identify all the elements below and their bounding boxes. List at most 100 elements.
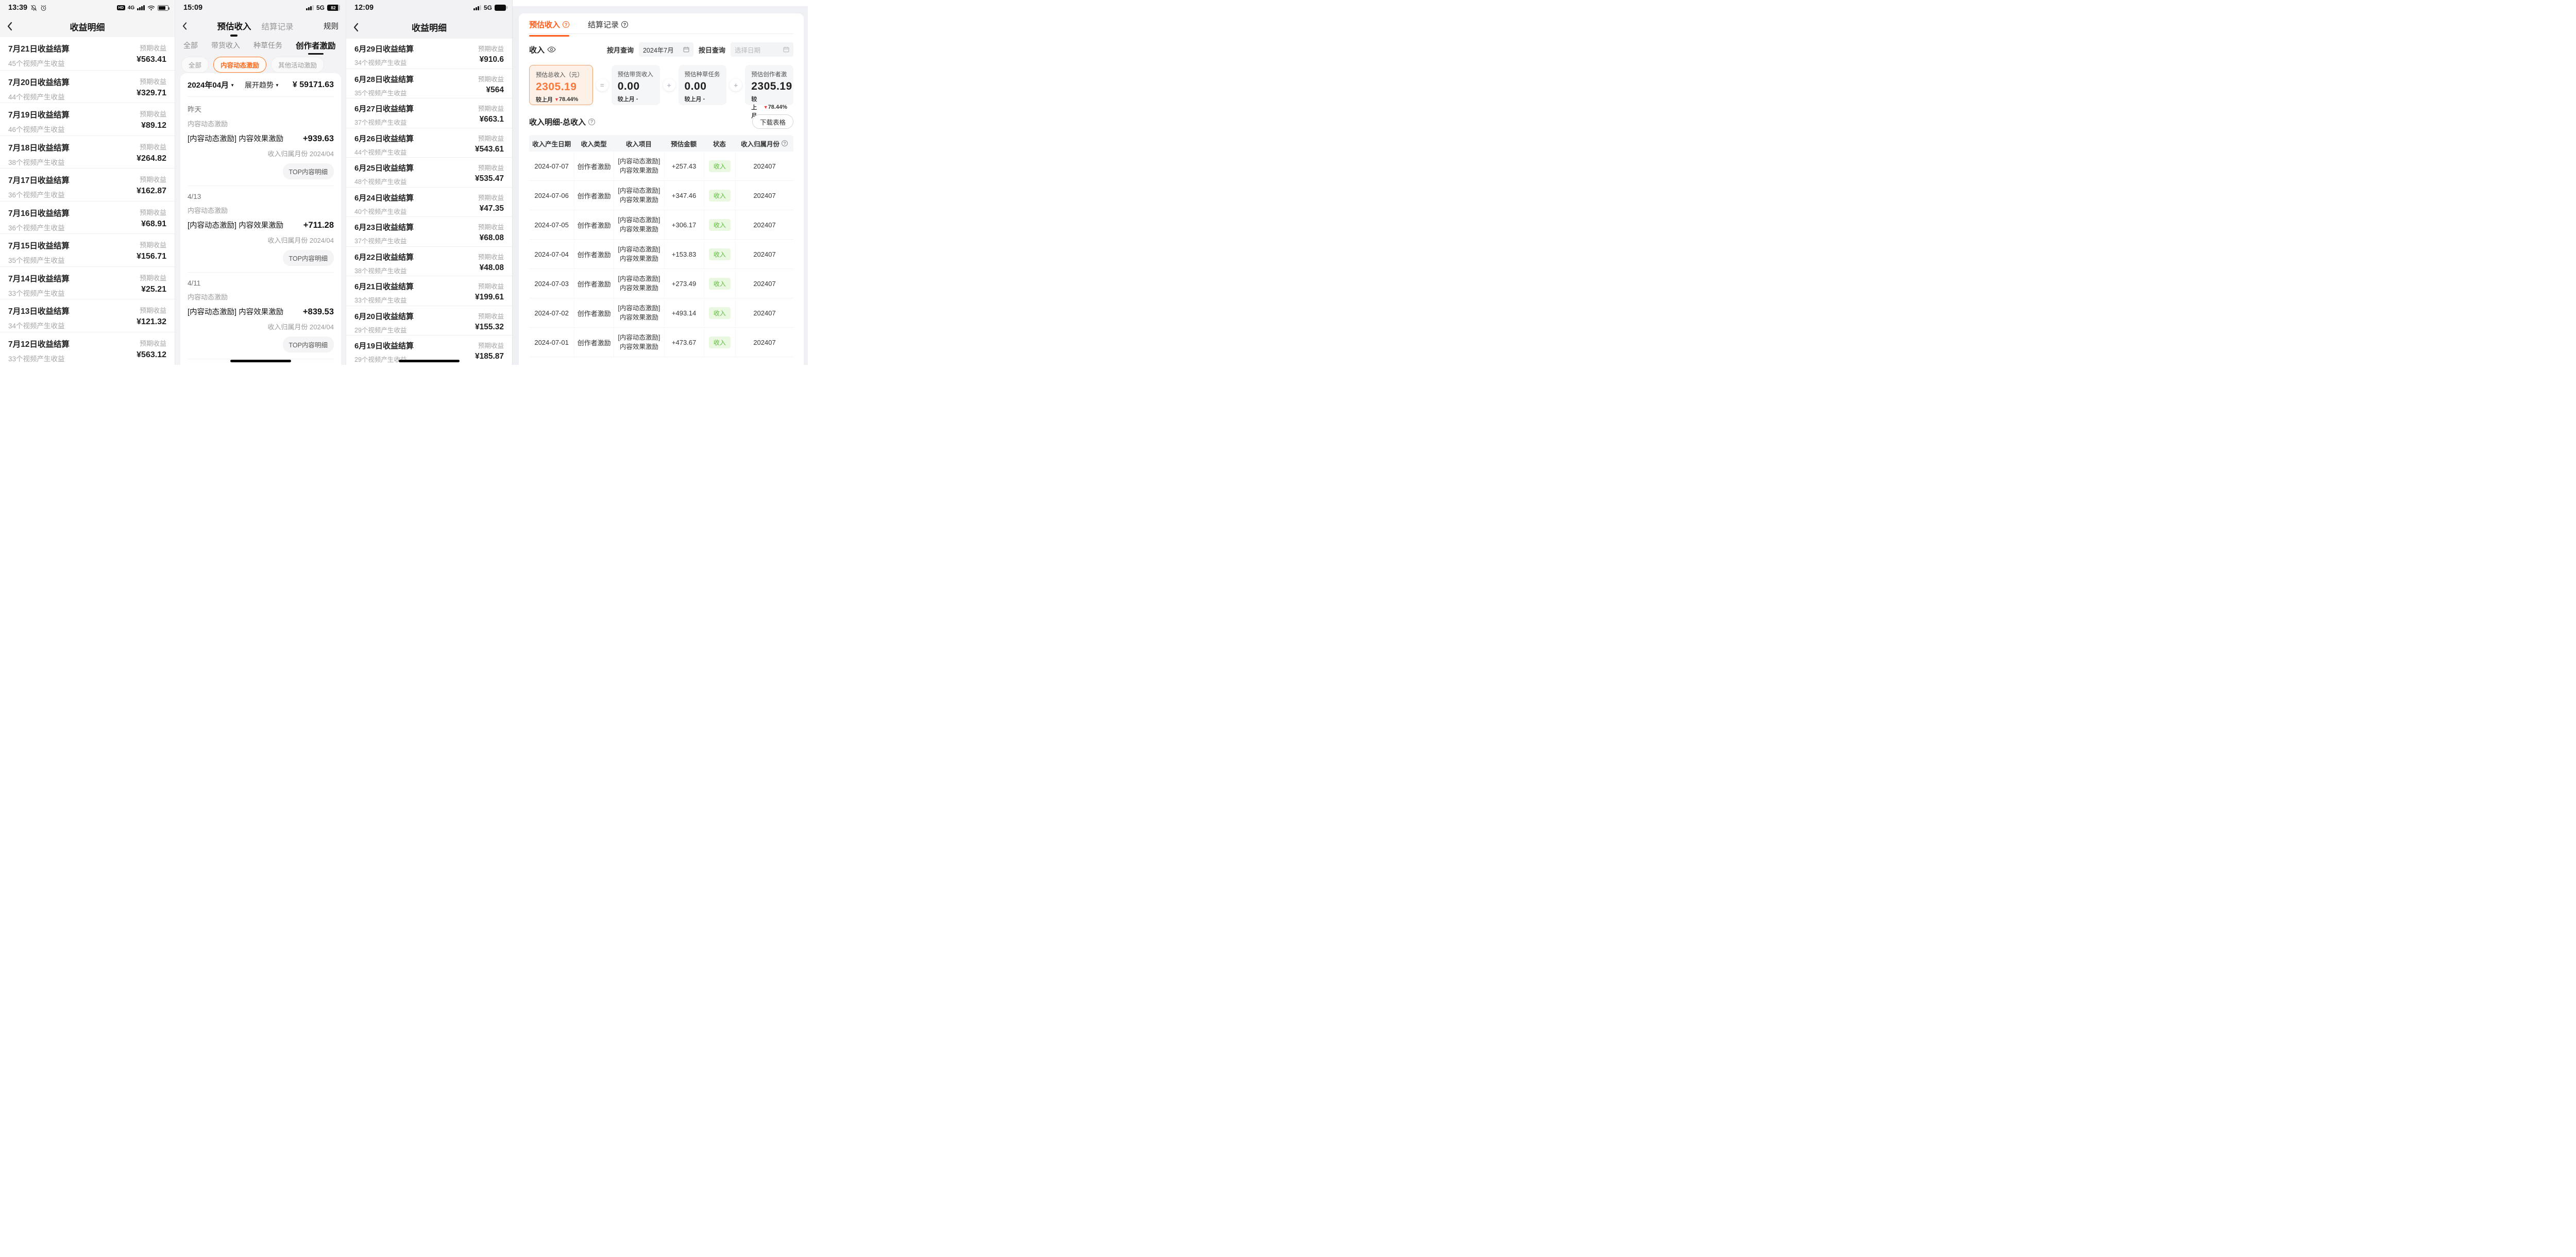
expected-income-label: 预期收益 bbox=[137, 174, 166, 184]
income-row[interactable]: 7月17日收益结算 36个视频产生收益 预期收益 ¥162.87 bbox=[0, 168, 175, 201]
row-subtitle: 36个视频产生收益 bbox=[8, 222, 70, 232]
compare-label: 较上月 bbox=[536, 95, 553, 104]
income-row[interactable]: 7月15日收益结算 35个视频产生收益 预期收益 ¥156.71 bbox=[0, 233, 175, 266]
summary-card: 预估创作者激励（元） 2305.19 较上月 ▼78.44% bbox=[745, 65, 793, 105]
panel-income-dashboard-web: 预估收入? 结算记录? 收入 按月查询 2024年7月 按日查询 bbox=[513, 0, 808, 365]
cell-type: 创作者激励 bbox=[574, 181, 614, 210]
signal-bars-icon bbox=[137, 5, 145, 10]
row-subtitle: 33个视频产生收益 bbox=[8, 288, 70, 298]
network-type-label: 4G bbox=[128, 5, 134, 11]
income-type-tab[interactable]: 全部 bbox=[183, 40, 198, 51]
row-title: 6月26日收益结算 bbox=[354, 133, 414, 144]
back-icon[interactable] bbox=[7, 22, 12, 31]
income-row[interactable]: 7月13日收益结算 34个视频产生收益 预期收益 ¥121.32 bbox=[0, 299, 175, 332]
income-row[interactable]: 6月27日收益结算 37个视频产生收益 预期收益 ¥663.1 bbox=[346, 98, 512, 128]
incentive-entry: 4/11 内容动态激励 [内容动态激励] 内容效果激励 +839.53 收入归属… bbox=[188, 273, 334, 359]
table-header-cell: 状态? bbox=[704, 135, 736, 152]
tab-settlement-record[interactable]: 结算记录 bbox=[261, 21, 293, 32]
table-header-cell: 收入归属月份? bbox=[735, 135, 793, 152]
cell-project: [内容动态激励]内容效果激励 bbox=[614, 269, 664, 298]
help-icon[interactable]: ? bbox=[782, 140, 788, 146]
month-summary-row: 2024年04月▼ 展开趋势▼ ¥ 59171.63 bbox=[188, 73, 334, 97]
filter-pill[interactable]: 内容动态激励 bbox=[213, 57, 266, 73]
row-amount: ¥329.71 bbox=[137, 89, 166, 98]
income-row[interactable]: 6月21日收益结算 33个视频产生收益 预期收益 ¥199.61 bbox=[346, 276, 512, 306]
status-badge: 收入 bbox=[709, 190, 731, 202]
download-table-button[interactable]: 下载表格 bbox=[752, 114, 793, 129]
income-row[interactable]: 7月16日收益结算 36个视频产生收益 预期收益 ¥68.91 bbox=[0, 201, 175, 234]
row-subtitle: 29个视频产生收益 bbox=[354, 325, 414, 334]
row-subtitle: 38个视频产生收益 bbox=[8, 157, 70, 167]
income-row[interactable]: 7月18日收益结算 38个视频产生收益 预期收益 ¥264.82 bbox=[0, 136, 175, 169]
entry-category: 内容动态激励 bbox=[188, 292, 334, 301]
income-row[interactable]: 6月24日收益结算 40个视频产生收益 预期收益 ¥47.35 bbox=[346, 187, 512, 217]
row-subtitle: 37个视频产生收益 bbox=[354, 236, 414, 245]
month-dropdown[interactable]: 2024年04月▼ bbox=[188, 79, 234, 90]
income-row[interactable]: 7月21日收益结算 45个视频产生收益 预期收益 ¥563.41 bbox=[0, 37, 175, 70]
dashboard-tab[interactable]: 预估收入? bbox=[529, 19, 569, 36]
top-content-detail-button[interactable]: TOP内容明细 bbox=[283, 337, 334, 353]
income-type-tab[interactable]: 种草任务 bbox=[253, 40, 282, 51]
tab-estimated-income[interactable]: 预估收入 bbox=[217, 20, 251, 32]
back-icon[interactable] bbox=[182, 22, 187, 30]
income-type-tab[interactable]: 带货收入 bbox=[211, 40, 240, 51]
cell-date: 2024-07-04 bbox=[529, 240, 574, 269]
month-select[interactable]: 2024年7月 bbox=[639, 42, 693, 57]
income-row[interactable]: 7月19日收益结算 46个视频产生收益 预期收益 ¥89.12 bbox=[0, 103, 175, 136]
cell-amount: +273.49 bbox=[664, 269, 704, 298]
network-type-label: 5G bbox=[316, 4, 325, 11]
status-badge: 收入 bbox=[709, 307, 731, 319]
expected-income-label: 预期收益 bbox=[140, 109, 166, 119]
cell-date: 2024-07-03 bbox=[529, 269, 574, 298]
back-icon[interactable] bbox=[353, 23, 359, 31]
income-row[interactable]: 6月29日收益结算 34个视频产生收益 预期收益 ¥910.6 bbox=[346, 39, 512, 69]
rules-link[interactable]: 规则 bbox=[324, 21, 338, 31]
cell-amount: +473.67 bbox=[664, 328, 704, 357]
cell-type: 创作者激励 bbox=[574, 240, 614, 269]
income-row[interactable]: 6月28日收益结算 35个视频产生收益 预期收益 ¥564 bbox=[346, 69, 512, 98]
top-content-detail-button[interactable]: TOP内容明细 bbox=[283, 163, 334, 179]
date-picker-input[interactable]: 选择日期 bbox=[731, 42, 793, 57]
income-row[interactable]: 6月25日收益结算 48个视频产生收益 预期收益 ¥535.47 bbox=[346, 157, 512, 187]
income-row[interactable]: 7月14日收益结算 33个视频产生收益 预期收益 ¥25.21 bbox=[0, 266, 175, 299]
detail-section-title: 收入明细-总收入? bbox=[529, 116, 595, 127]
calendar-icon bbox=[683, 46, 689, 53]
delta-down: ▼78.44% bbox=[554, 96, 578, 103]
row-amount: ¥155.32 bbox=[475, 323, 504, 332]
help-icon[interactable]: ? bbox=[563, 21, 569, 28]
row-amount: ¥264.82 bbox=[137, 154, 166, 163]
cell-project: [内容动态激励]内容效果激励 bbox=[614, 328, 664, 357]
income-type-tab[interactable]: 创作者激励 bbox=[296, 40, 336, 51]
eye-icon[interactable] bbox=[547, 46, 556, 53]
trend-dropdown[interactable]: 展开趋势▼ bbox=[245, 80, 279, 90]
entry-date: 4/13 bbox=[188, 193, 334, 200]
income-row[interactable]: 6月22日收益结算 38个视频产生收益 预期收益 ¥48.08 bbox=[346, 246, 512, 276]
row-amount: ¥185.87 bbox=[475, 352, 504, 361]
filter-pill[interactable]: 全部 bbox=[181, 57, 209, 73]
top-content-detail-button[interactable]: TOP内容明细 bbox=[283, 250, 334, 266]
income-row[interactable]: 7月12日收益结算 33个视频产生收益 预期收益 ¥563.12 bbox=[0, 332, 175, 365]
income-row[interactable]: 6月20日收益结算 29个视频产生收益 预期收益 ¥155.32 bbox=[346, 306, 512, 336]
card-title: 预估总收入（元） bbox=[536, 71, 586, 79]
cell-month: 202407 bbox=[735, 210, 793, 240]
help-icon[interactable]: ? bbox=[621, 21, 628, 28]
income-row[interactable]: 6月26日收益结算 44个视频产生收益 预期收益 ¥543.61 bbox=[346, 128, 512, 158]
entry-attribution-month: 收入归属月份 2024/04 bbox=[188, 235, 334, 245]
dashboard-tabs: 预估收入? 结算记录? bbox=[529, 13, 793, 34]
income-row[interactable]: 6月23日收益结算 37个视频产生收益 预期收益 ¥68.08 bbox=[346, 216, 512, 246]
cell-date: 2024-07-05 bbox=[529, 210, 574, 240]
cell-status: 收入 bbox=[704, 210, 736, 240]
row-amount: ¥89.12 bbox=[140, 121, 166, 130]
row-amount: ¥543.61 bbox=[475, 145, 504, 154]
row-amount: ¥199.61 bbox=[475, 293, 504, 302]
row-title: 7月18日收益结算 bbox=[8, 142, 70, 153]
row-subtitle: 45个视频产生收益 bbox=[8, 58, 70, 68]
income-row[interactable]: 7月20日收益结算 44个视频产生收益 预期收益 ¥329.71 bbox=[0, 70, 175, 103]
help-icon[interactable]: ? bbox=[588, 119, 595, 125]
row-title: 6月20日收益结算 bbox=[354, 311, 414, 322]
dashboard-tab[interactable]: 结算记录? bbox=[588, 19, 628, 36]
cell-status: 收入 bbox=[704, 181, 736, 210]
phone1-header: 13:39 HD 4G 收益明细 bbox=[0, 0, 175, 37]
filter-pill[interactable]: 其他活动激励 bbox=[271, 57, 324, 73]
row-amount: ¥121.32 bbox=[137, 317, 166, 327]
